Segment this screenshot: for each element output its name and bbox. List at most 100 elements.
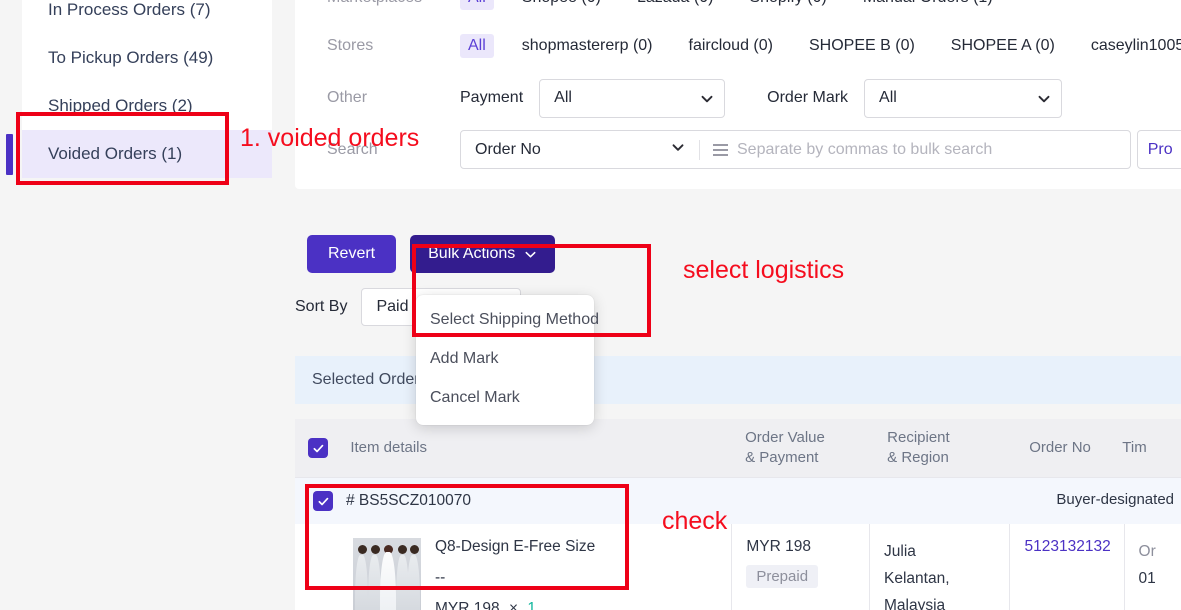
col-recipient-line2: & Region [887, 449, 949, 466]
col-time: Tim [1122, 438, 1147, 456]
sidebar-item-voided[interactable]: Voided Orders (1) [6, 130, 272, 178]
marketplace-chip-shopify[interactable]: Shopify (0) [741, 0, 834, 10]
recipient-cell: Julia Kelantan, Malaysia [869, 524, 1009, 610]
sidebar-item-label: In Process Orders (7) [48, 0, 211, 19]
chevron-down-icon [1037, 92, 1050, 104]
order-value-cell: MYR 198 Prepaid [731, 524, 869, 610]
menu-item-add-mark[interactable]: Add Mark [416, 339, 594, 378]
chevron-down-icon [671, 140, 685, 159]
order-mark-label: Order Mark [767, 89, 849, 106]
chevron-down-icon [524, 248, 537, 261]
filter-panel: Marketplaces All Shopee (0) Lazada (0) S… [295, 0, 1181, 189]
marketplace-chip-lazada[interactable]: Lazada (0) [629, 0, 722, 10]
orders-sidebar: In Process Orders (7) To Pickup Orders (… [6, 0, 272, 178]
pro-search-button[interactable]: Pro [1136, 130, 1181, 169]
stores-filter-row: Stores All shopmastererp (0) faircloud (… [295, 22, 1181, 70]
sidebar-item-label: Voided Orders (1) [48, 144, 183, 163]
table-row: # BS5SCZ010070 Buyer-designated Q8-Desig… [295, 477, 1181, 610]
recipient-country: Malaysia [884, 597, 946, 610]
search-type-select[interactable]: Order No [461, 131, 699, 168]
stores-label: Stores [327, 37, 374, 54]
payment-label: Payment [460, 89, 524, 106]
payment-select[interactable]: All [539, 78, 726, 118]
product-variant: -- [435, 569, 446, 586]
menu-item-select-shipping-method[interactable]: Select Shipping Method [416, 300, 599, 339]
table-header-row: Item details Order Value & Payment Recip… [295, 419, 1181, 477]
payment-select-value: All [554, 89, 572, 106]
search-combo: Order No Separate by commas to bulk sear… [460, 130, 1131, 169]
col-order-value: Order Value & Payment [745, 428, 887, 469]
order-reference: # BS5SCZ010070 [346, 492, 471, 509]
marketplace-chip-shopee[interactable]: Shopee (0) [514, 0, 609, 10]
item-details-cell: Q8-Design E-Free Size -- MYR 198 × 1 [295, 524, 731, 610]
annotation-check: check [662, 507, 728, 535]
payment-status-badge: Prepaid [746, 565, 819, 588]
col-order-value-line1: Order Value [745, 428, 825, 446]
marketplaces-label: Marketplaces [327, 0, 460, 7]
app-root: In Process Orders (7) To Pickup Orders (… [0, 0, 1181, 610]
bulk-actions-label: Bulk Actions [428, 245, 516, 262]
selected-order-label: Selected Order [312, 371, 420, 388]
time-value: 01 [1138, 570, 1156, 588]
sidebar-item-shipped[interactable]: Shipped Orders (2) [22, 82, 272, 130]
order-mark-select[interactable]: All [864, 78, 1063, 118]
sort-by-value: Paid [376, 298, 409, 315]
chevron-down-icon [700, 92, 713, 104]
revert-button[interactable]: Revert [307, 235, 397, 273]
marketplace-chip-all[interactable]: All [460, 0, 494, 10]
product-title: Q8-Design E-Free Size [435, 538, 596, 555]
product-info: Q8-Design E-Free Size -- MYR 198 × 1 [435, 538, 595, 610]
sidebar-item-label: To Pickup Orders (49) [48, 48, 214, 67]
store-chip-caseylin1005[interactable]: caseylin1005 (0) [1083, 34, 1181, 58]
order-row-body: Q8-Design E-Free Size -- MYR 198 × 1 MYR… [295, 524, 1181, 610]
time-label: Or [1138, 543, 1156, 560]
other-filter-row: Other Payment All Order Mark All [295, 70, 1181, 126]
order-row-checkbox[interactable] [313, 491, 333, 511]
other-label: Other [327, 89, 368, 106]
col-order-no: Order No [1029, 438, 1091, 456]
bulk-actions-button[interactable]: Bulk Actions [410, 235, 556, 273]
store-chip-faircloud[interactable]: faircloud (0) [681, 34, 781, 58]
recipient-region: Kelantan, [884, 570, 950, 588]
product-quantity: 1 [527, 600, 536, 610]
store-chip-all[interactable]: All [460, 34, 494, 58]
menu-item-cancel-mark[interactable]: Cancel Mark [416, 378, 594, 417]
bulk-search-icon[interactable] [713, 143, 728, 156]
col-order-value-line2: & Payment [745, 449, 819, 466]
marketplaces-chip-group: All Shopee (0) Lazada (0) Shopify (0) Ma… [460, 0, 1021, 10]
sidebar-item-label: Shipped Orders (2) [48, 96, 193, 115]
sort-by-label: Sort By [295, 298, 348, 315]
annotation-voided-orders: 1. voided orders [240, 124, 420, 152]
recipient-name: Julia [884, 543, 916, 560]
stores-chip-group: All shopmastererp (0) faircloud (0) SHOP… [460, 34, 1181, 58]
col-recipient-line1: Recipient [887, 428, 950, 446]
search-type-value: Order No [475, 140, 541, 158]
annotation-select-logistics: select logistics [683, 256, 845, 284]
product-price-line: MYR 198 × 1 [435, 600, 595, 610]
orders-table: Item details Order Value & Payment Recip… [295, 419, 1181, 610]
order-value: MYR 198 [746, 538, 811, 555]
sidebar-item-to-pickup[interactable]: To Pickup Orders (49) [22, 34, 272, 82]
order-row-header: # BS5SCZ010070 Buyer-designated [295, 477, 1181, 524]
order-no-cell: 5123132132 [1009, 524, 1123, 610]
search-input[interactable]: Separate by commas to bulk search [737, 141, 992, 159]
shipping-note: Buyer-designated [1056, 491, 1174, 508]
search-divider [699, 139, 700, 160]
product-thumbnail [353, 538, 421, 610]
marketplaces-filter-row: Marketplaces All Shopee (0) Lazada (0) S… [295, 0, 1181, 22]
store-chip-shopee-b[interactable]: SHOPEE B (0) [801, 34, 923, 58]
time-cell: Or 01 [1123, 524, 1181, 610]
qty-separator: × [508, 600, 518, 610]
marketplace-chip-manual-orders[interactable]: Manual Orders (1) [855, 0, 1001, 10]
sidebar-item-in-process[interactable]: In Process Orders (7) [22, 0, 272, 34]
product-price: MYR 198 [435, 600, 500, 610]
store-chip-shopmastererp[interactable]: shopmastererp (0) [514, 34, 661, 58]
col-item-details: Item details [350, 438, 428, 456]
order-mark-select-value: All [879, 89, 897, 106]
bulk-actions-menu: Select Shipping Method Add Mark Cancel M… [416, 295, 599, 425]
store-chip-shopee-a[interactable]: SHOPEE A (0) [943, 34, 1063, 58]
search-row: Search Order No Separate by commas to bu… [295, 126, 1181, 183]
select-all-checkbox[interactable] [308, 438, 329, 458]
order-no-link[interactable]: 5123132132 [1024, 538, 1110, 555]
col-recipient: Recipient & Region [887, 428, 1029, 469]
